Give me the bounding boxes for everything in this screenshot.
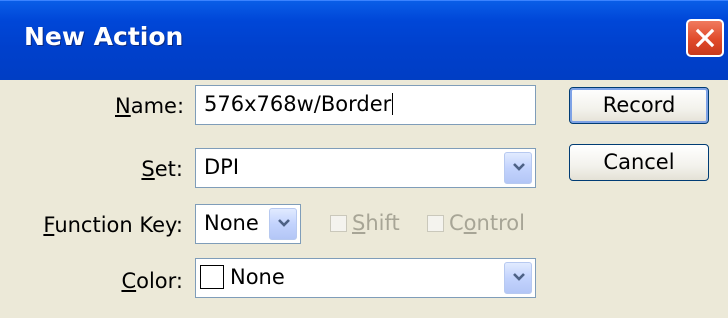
control-label: Control (449, 211, 525, 235)
record-button[interactable]: Record (569, 87, 709, 124)
name-input[interactable]: 576x768w/Border (195, 85, 536, 125)
set-value: DPI (204, 155, 240, 179)
chevron-down-icon (513, 273, 525, 281)
set-select[interactable]: DPI (195, 148, 536, 188)
shift-checkbox[interactable] (330, 215, 347, 232)
chevron-down-icon (278, 219, 290, 227)
close-icon (695, 28, 715, 48)
function-key-value: None (204, 211, 259, 235)
color-dropdown-button[interactable] (504, 262, 532, 294)
function-key-select[interactable]: None (195, 204, 301, 244)
title-bar[interactable]: New Action (0, 0, 728, 80)
text-caret (392, 93, 394, 115)
new-action-dialog: New Action Name: 576x768w/Border Set: DP… (0, 0, 728, 318)
cancel-button[interactable]: Cancel (569, 144, 709, 181)
control-checkbox[interactable] (427, 215, 444, 232)
function-key-dropdown-button[interactable] (269, 208, 297, 240)
window-title: New Action (24, 22, 184, 51)
set-label: Set: (141, 157, 183, 181)
color-select[interactable]: None (195, 258, 536, 298)
name-label: Name: (115, 94, 185, 118)
function-key-label: Function Key: (43, 213, 183, 237)
dialog-body: Name: 576x768w/Border Set: DPI Function … (0, 80, 728, 318)
close-button[interactable] (686, 19, 724, 57)
color-value: None (230, 265, 285, 289)
set-dropdown-button[interactable] (504, 152, 532, 184)
name-value: 576x768w/Border (204, 92, 392, 116)
chevron-down-icon (513, 163, 525, 171)
color-label: Color: (121, 269, 183, 293)
color-swatch (200, 265, 224, 289)
shift-label: Shift (352, 211, 400, 235)
